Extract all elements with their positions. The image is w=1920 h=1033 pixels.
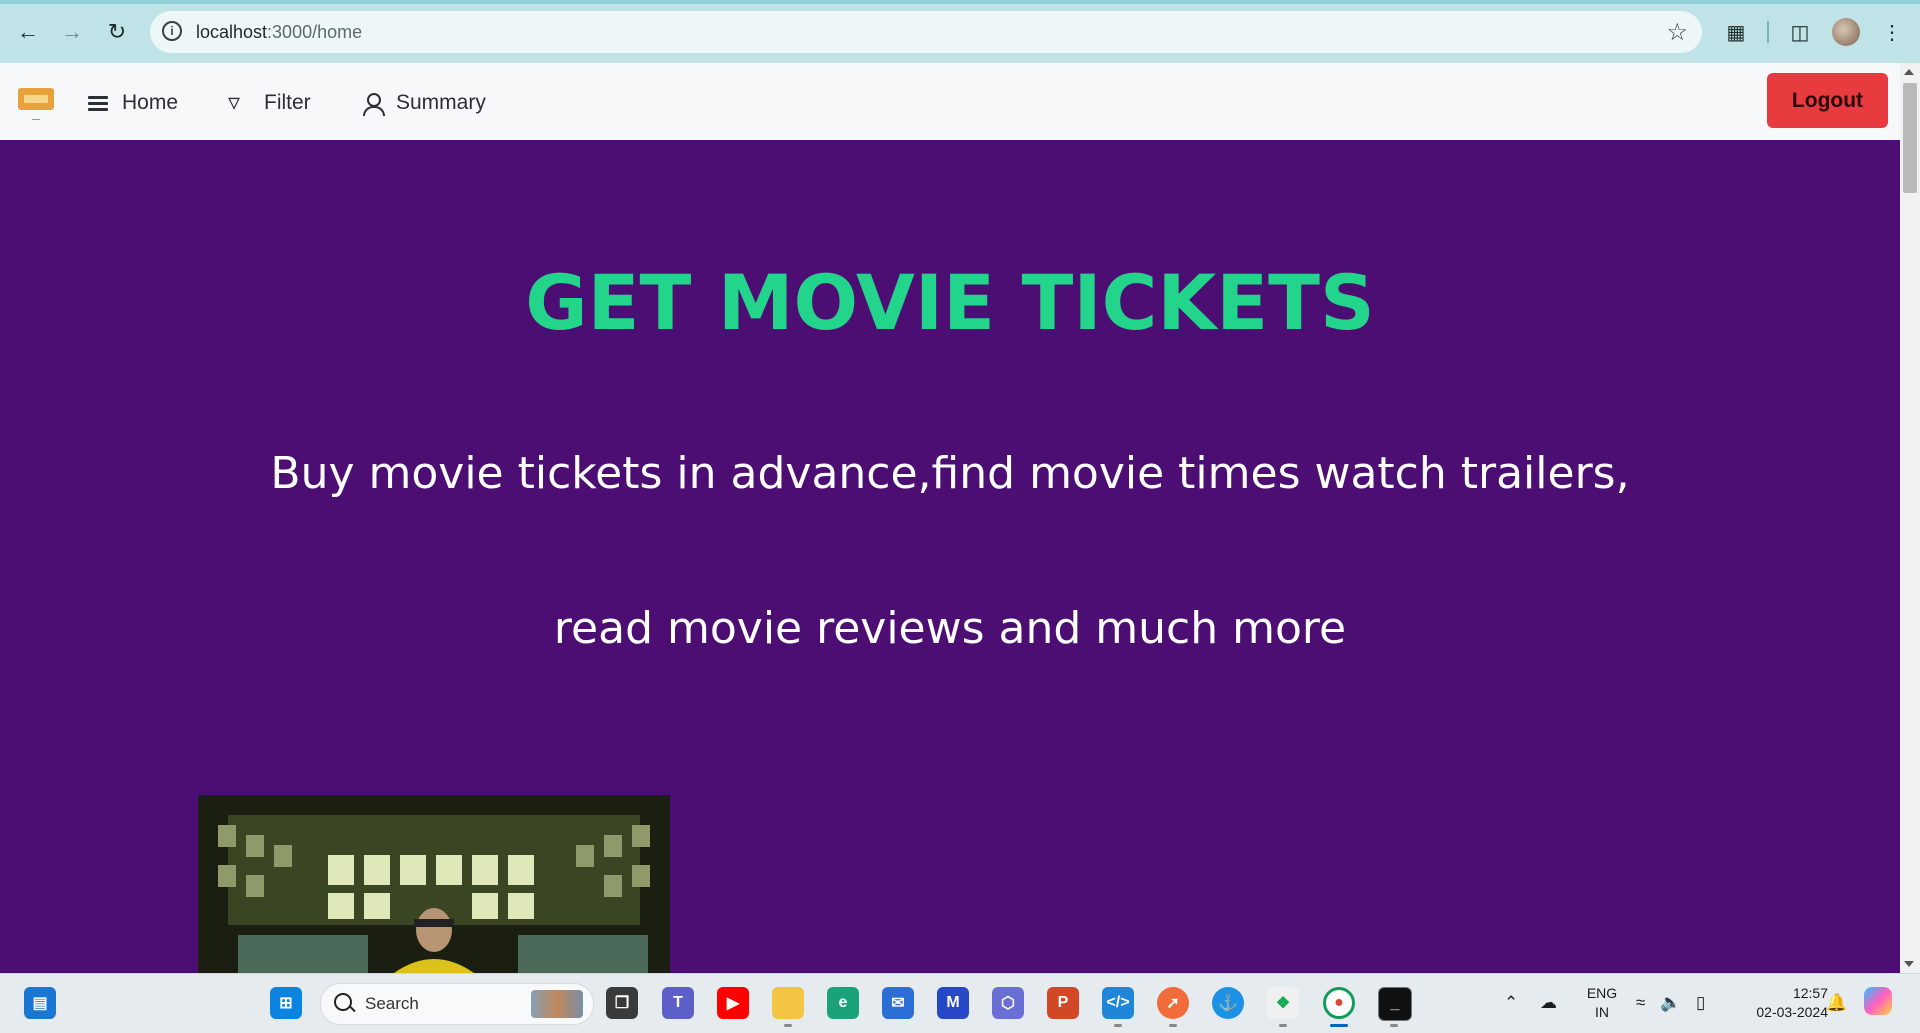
ticket-logo-icon[interactable] [18, 88, 54, 110]
hamburger-icon [86, 90, 112, 116]
postman-icon[interactable]: ➚ [1157, 987, 1189, 1019]
edge-icon[interactable]: e [827, 987, 859, 1019]
nav-filter-label: Filter [264, 91, 311, 114]
side-panel-icon[interactable]: ◫ [1784, 16, 1816, 48]
terminal-icon[interactable]: _ [1378, 987, 1412, 1021]
mongodb-indicator [1279, 1024, 1287, 1027]
language-label[interactable]: ENG [1582, 985, 1622, 1001]
menu-dots-icon[interactable]: ⋮ [1876, 16, 1908, 48]
powerpoint-icon[interactable]: P [1047, 987, 1079, 1019]
hero-title: GET MOVIE TICKETS [525, 258, 1375, 347]
file-explorer-icon[interactable] [772, 987, 804, 1019]
poster-image [198, 795, 670, 973]
url-path: :3000/home [267, 22, 363, 42]
search-highlight-image [531, 990, 583, 1018]
nav-home-label: Home [122, 91, 179, 114]
postman-indicator [1169, 1024, 1177, 1027]
task-view-icon[interactable]: ❐ [606, 987, 638, 1019]
copilot-icon[interactable] [1864, 987, 1892, 1015]
nav-summary-label: Summary [396, 91, 486, 114]
toolbar-divider [1767, 21, 1769, 43]
mongodb-icon[interactable]: ❖ [1267, 987, 1299, 1019]
volume-icon[interactable]: 🔈 [1660, 993, 1681, 1013]
forward-icon[interactable]: → [56, 16, 88, 48]
tab-strip [0, 0, 1920, 4]
terminal-indicator [1390, 1024, 1398, 1027]
hero-line-2: read movie reviews and much more [553, 603, 1347, 654]
page-viewport: Home ▿ Filter Summary Logout GET MOVIE T… [0, 63, 1900, 973]
scroll-up-icon[interactable] [1904, 69, 1914, 75]
vscode-icon[interactable]: </> [1102, 987, 1134, 1019]
back-icon[interactable]: ← [12, 16, 44, 48]
wifi-icon[interactable]: ≈ [1636, 993, 1645, 1013]
filter-icon: ▿ [228, 89, 241, 116]
nav-filter[interactable]: ▿ Filter [228, 89, 311, 117]
site-info-icon[interactable]: i [162, 21, 182, 41]
mail-icon[interactable]: ✉ [882, 987, 914, 1019]
app-cube-icon[interactable]: ⬡ [992, 987, 1024, 1019]
power-automate-icon[interactable]: M [937, 987, 969, 1019]
browser-toolbar: ← → ↻ i localhost:3000/home ☆ ▦ ◫ ⋮ [0, 0, 1920, 63]
hero-line-1: Buy movie tickets in advance,find movie … [270, 448, 1630, 499]
youtube-icon[interactable]: ▶ [717, 987, 749, 1019]
vscode-indicator [1114, 1024, 1122, 1027]
reload-icon[interactable]: ↻ [101, 16, 133, 48]
nav-home[interactable]: Home [86, 89, 178, 117]
taskbar-search[interactable]: Search [320, 983, 594, 1025]
logout-button[interactable]: Logout [1767, 73, 1888, 128]
widgets-icon[interactable]: ▤ [24, 987, 56, 1019]
search-icon [334, 993, 352, 1011]
logo-underline [32, 119, 40, 120]
user-icon [360, 90, 386, 116]
docker-icon[interactable]: ⚓ [1212, 987, 1244, 1019]
start-icon[interactable]: ⊞ [270, 987, 302, 1019]
clock-time[interactable]: 12:57 [1736, 985, 1828, 1001]
address-bar[interactable]: i localhost:3000/home ☆ [150, 11, 1702, 53]
url-text[interactable]: localhost:3000/home [196, 22, 362, 43]
windows-taskbar: ▤ ⊞ Search ❐ T ▶ e ✉ M ⬡ P </> ➚ ⚓ ❖ ● _… [0, 973, 1920, 1033]
notification-bell-icon[interactable]: 🔔 [1826, 993, 1847, 1013]
scroll-down-icon[interactable] [1904, 961, 1914, 967]
file-explorer-indicator [784, 1024, 792, 1027]
clock-date[interactable]: 02-03-2024 [1736, 1004, 1828, 1020]
url-host: localhost [196, 22, 268, 42]
nav-summary[interactable]: Summary [360, 89, 486, 117]
page-scrollbar[interactable] [1900, 63, 1920, 973]
teams-icon[interactable]: T [662, 987, 694, 1019]
chrome-icon[interactable]: ● [1323, 987, 1355, 1019]
app-navbar: Home ▿ Filter Summary Logout [0, 63, 1900, 140]
scroll-thumb[interactable] [1903, 83, 1917, 193]
onedrive-icon[interactable]: ☁ [1540, 993, 1557, 1013]
bookmark-star-icon[interactable]: ☆ [1666, 18, 1688, 47]
region-label[interactable]: IN [1582, 1004, 1622, 1020]
movie-poster[interactable] [198, 795, 670, 973]
battery-icon[interactable]: ▯ [1696, 993, 1705, 1013]
taskbar-search-label: Search [365, 994, 419, 1013]
profile-avatar[interactable] [1832, 18, 1860, 46]
chrome-active-indicator [1330, 1024, 1348, 1027]
chevron-up-icon[interactable]: ⌃ [1504, 993, 1518, 1013]
extensions-icon[interactable]: ▦ [1720, 16, 1752, 48]
